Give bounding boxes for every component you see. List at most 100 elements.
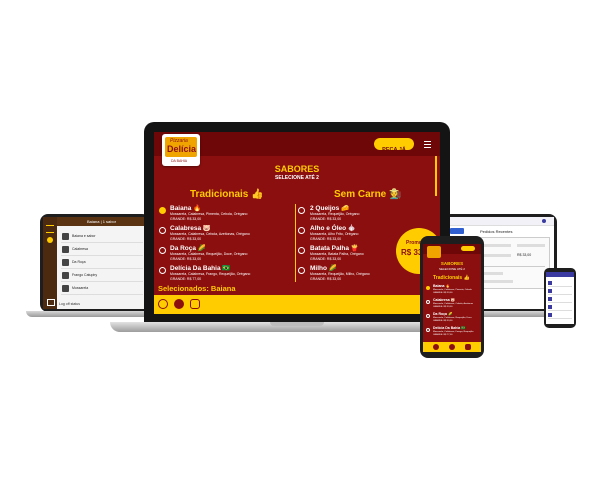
input-line[interactable] bbox=[483, 272, 503, 275]
flavor-price: GRANDE: R$ 77,00 bbox=[170, 277, 202, 281]
small-phone bbox=[544, 268, 576, 328]
left-tablet-footer[interactable]: Log off status bbox=[59, 302, 80, 306]
flavor-name: Baiana 🔥 bbox=[433, 284, 450, 288]
flavor-option[interactable]: Delícia Da Bahia 🇧🇷 Mossarela, Calabresa… bbox=[423, 326, 481, 340]
list-item-label: Da Roça bbox=[72, 260, 86, 264]
list-item[interactable] bbox=[548, 280, 572, 287]
order-button[interactable]: PEÇA JÁ bbox=[374, 138, 414, 153]
flavor-name: Batata Palha 🍟 bbox=[310, 245, 359, 252]
flavor-option[interactable]: Baiana 🔥 Mossarela, Calabresa, Pimenta, … bbox=[154, 204, 294, 224]
facebook-icon[interactable] bbox=[174, 299, 184, 309]
list-item[interactable] bbox=[548, 304, 572, 311]
flavor-desc: Mossarela, Calabresa, Pimenta, Cebola bbox=[433, 289, 472, 291]
radio-unselected[interactable] bbox=[298, 227, 305, 234]
laptop-screen: Pizzaria Delícia DA BAHIA PEÇA JÁ SABORE… bbox=[154, 132, 440, 314]
list-item[interactable]: Calabresa bbox=[61, 244, 143, 256]
menu-icon[interactable] bbox=[46, 225, 54, 233]
flavor-desc: Mossarela, Calabresa, Requeijão, Doce, O… bbox=[170, 252, 248, 256]
pizza-icon[interactable] bbox=[47, 237, 53, 243]
pizza-thumb-icon bbox=[62, 246, 69, 253]
input-line[interactable] bbox=[483, 244, 511, 247]
list-item-label: Frango Catupiry bbox=[72, 273, 98, 277]
radio-unselected[interactable] bbox=[426, 300, 430, 304]
flavor-name: Delícia Da Bahia 🇧🇷 bbox=[170, 265, 231, 272]
facebook-icon[interactable] bbox=[449, 344, 455, 350]
list-item[interactable]: Frango Catupiry bbox=[61, 270, 143, 282]
instagram-icon[interactable] bbox=[190, 299, 200, 309]
flavor-desc: Mossarela, Batata Palha, Orégano bbox=[310, 252, 364, 256]
list-item[interactable]: Da Roça bbox=[61, 257, 143, 269]
right-tablet-total: R$ 33,00 bbox=[517, 253, 532, 257]
flavor-desc: Mossarela, Calabresa, Cebola, Azeitonas,… bbox=[170, 232, 250, 236]
flavor-price: GRANDE: R$ 33,00 bbox=[170, 257, 202, 261]
phone-screen: SABORES SELECIONE ATÉ 2 Tradicionais 👍 B… bbox=[423, 244, 481, 352]
flavor-option[interactable]: 2 Queijos 🧀 Mossarela, Requeijão, Orégan… bbox=[298, 204, 436, 224]
right-tablet-title: Pedidos Recentes bbox=[480, 229, 513, 234]
flavor-option[interactable]: Calabresa 🐷 Mossarela, Calabresa, Cebola… bbox=[423, 298, 481, 312]
avatar-icon bbox=[548, 281, 552, 285]
flavor-price: GRANDE: R$ 33,00 bbox=[433, 292, 453, 294]
flavor-option[interactable]: Da Roça 🌽 Mossarela, Calabresa, Requeijã… bbox=[154, 244, 294, 264]
radio-selected[interactable] bbox=[426, 286, 430, 290]
flavor-option[interactable]: Calabresa 🐷 Mossarela, Calabresa, Cebola… bbox=[154, 224, 294, 244]
left-tablet-screen: Baiana | 1 sabor Baiana e sabor Calabres… bbox=[43, 217, 147, 309]
flavor-option[interactable]: Delícia Da Bahia 🇧🇷 Mossarela, Calabresa… bbox=[154, 264, 294, 284]
hamburger-menu-icon[interactable] bbox=[424, 141, 431, 148]
left-tablet: Baiana | 1 sabor Baiana e sabor Calabres… bbox=[40, 214, 150, 312]
list-item[interactable] bbox=[548, 288, 572, 295]
radio-unselected[interactable] bbox=[426, 314, 430, 318]
brand-line3: DA BAHIA bbox=[171, 159, 188, 163]
flavor-price: GRANDE: R$ 33,00 bbox=[310, 217, 342, 221]
flavor-name: Calabresa 🐷 bbox=[170, 225, 211, 232]
phone-section-title: Tradicionais 👍 bbox=[433, 275, 470, 281]
flavor-option[interactable]: Baiana 🔥 Mossarela, Calabresa, Pimenta, … bbox=[423, 284, 481, 298]
radio-selected[interactable] bbox=[159, 207, 166, 214]
flavor-price: GRANDE: R$ 33,00 bbox=[433, 320, 453, 322]
radio-unselected[interactable] bbox=[159, 267, 166, 274]
menu-subtitle: SELECIONE ATÉ 2 bbox=[275, 175, 319, 181]
flavor-desc: Mossarela, Calabresa, Pimenta, Cebola, O… bbox=[170, 212, 248, 216]
left-tablet-header: Baiana | 1 sabor bbox=[57, 217, 147, 226]
radio-unselected[interactable] bbox=[298, 267, 305, 274]
instagram-icon[interactable] bbox=[465, 344, 471, 350]
flavor-name: Baiana 🔥 bbox=[170, 205, 202, 212]
flavor-price: GRANDE: R$ 33,00 bbox=[170, 237, 202, 241]
flavor-name: 2 Queijos 🧀 bbox=[310, 205, 350, 212]
right-tablet-form: R$ 33,00 bbox=[478, 237, 550, 289]
flavor-price: GRANDE: R$ 33,00 bbox=[310, 257, 342, 261]
logout-icon[interactable] bbox=[47, 299, 55, 306]
radio-unselected[interactable] bbox=[426, 328, 430, 332]
selected-flavors: Selecionados: Baiana bbox=[158, 284, 236, 293]
list-item[interactable] bbox=[548, 296, 572, 303]
right-tablet-header bbox=[446, 217, 554, 226]
flavor-desc: Mossarela, Requeijão, Milho, Orégano bbox=[310, 272, 370, 276]
phone: SABORES SELECIONE ATÉ 2 Tradicionais 👍 B… bbox=[420, 236, 484, 358]
list-item[interactable]: Baiana e sabor bbox=[61, 231, 143, 243]
radio-unselected[interactable] bbox=[159, 247, 166, 254]
input-line[interactable] bbox=[483, 254, 511, 257]
radio-unselected[interactable] bbox=[159, 227, 166, 234]
list-item[interactable] bbox=[548, 312, 572, 319]
list-item[interactable]: Mussarela bbox=[61, 283, 143, 295]
bell-icon[interactable] bbox=[542, 219, 546, 223]
list-item-label: Mussarela bbox=[72, 286, 89, 290]
laptop-bezel: Pizzaria Delícia DA BAHIA PEÇA JÁ SABORE… bbox=[144, 122, 450, 322]
radio-unselected[interactable] bbox=[298, 247, 305, 254]
phone-logo bbox=[427, 246, 441, 258]
avatar-icon bbox=[548, 305, 552, 309]
menu-title: SABORES bbox=[274, 164, 320, 174]
input-line[interactable] bbox=[517, 244, 545, 247]
right-tablet-button[interactable] bbox=[450, 228, 464, 234]
whatsapp-icon[interactable] bbox=[158, 299, 168, 309]
brand-line2: Delícia bbox=[167, 144, 197, 154]
left-tablet-sidebar bbox=[43, 217, 57, 309]
radio-unselected[interactable] bbox=[298, 207, 305, 214]
col2-title: Sem Carne 🧑‍🌾 bbox=[334, 189, 402, 200]
flavor-price: GRANDE: R$ 77,00 bbox=[433, 334, 453, 336]
input-line[interactable] bbox=[483, 280, 513, 283]
avatar-icon bbox=[548, 297, 552, 301]
flavor-price: GRANDE: R$ 33,00 bbox=[433, 306, 453, 308]
whatsapp-icon[interactable] bbox=[433, 344, 439, 350]
phone-order-button[interactable] bbox=[461, 246, 475, 251]
flavor-option[interactable]: Da Roça 🌽 Mossarela, Calabresa, Requeijã… bbox=[423, 312, 481, 326]
